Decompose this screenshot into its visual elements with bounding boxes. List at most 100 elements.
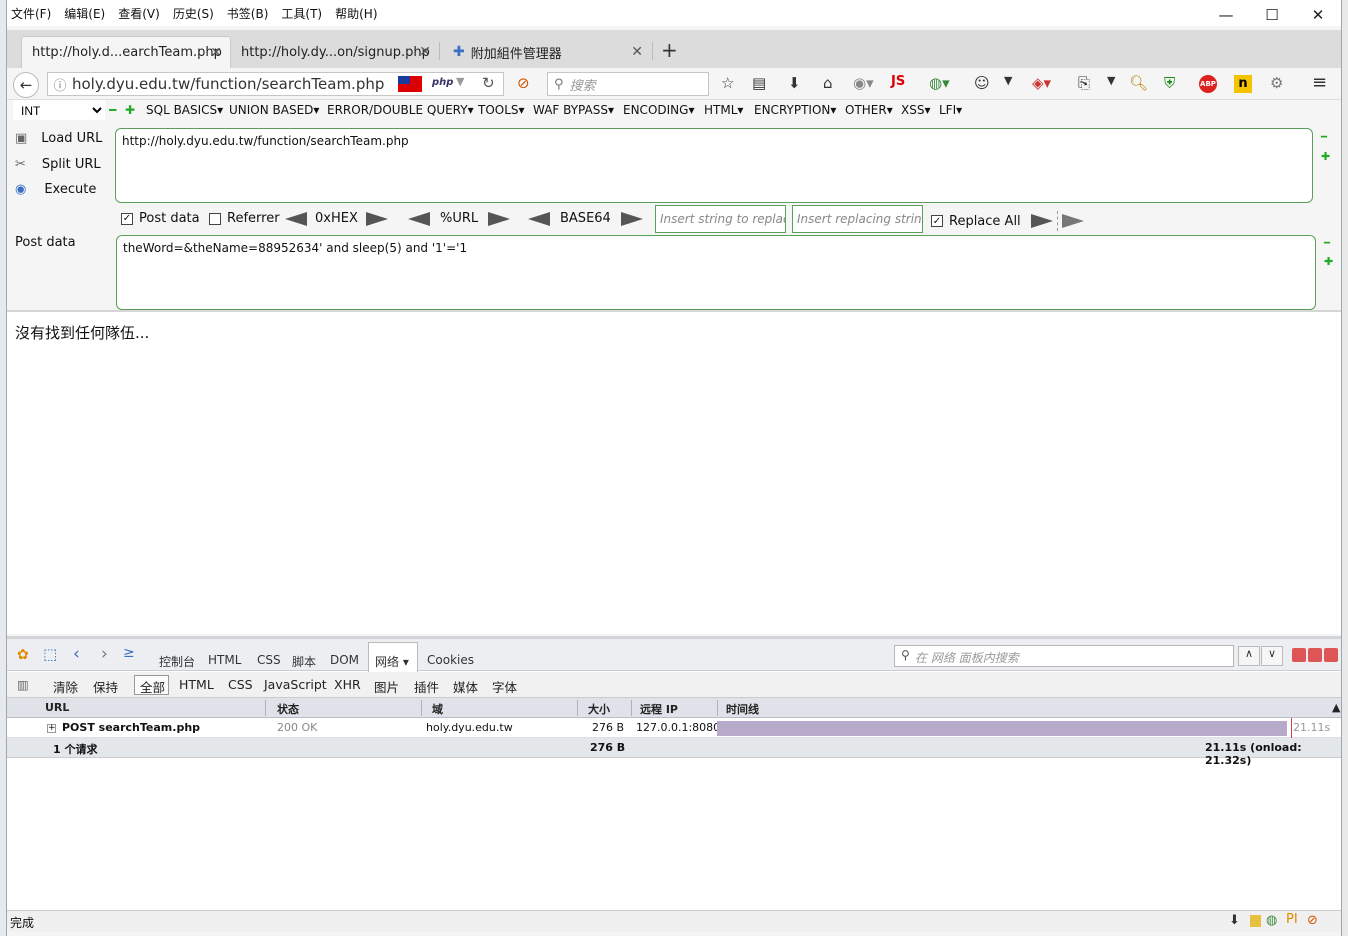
menu-tools[interactable]: TOOLS▾ [478, 103, 525, 117]
column-divider[interactable] [631, 700, 632, 716]
gear-icon[interactable]: ⚙ [1270, 74, 1283, 92]
filter-all[interactable]: 全部 [140, 677, 165, 696]
hex-encode-arrow-icon[interactable] [365, 211, 388, 226]
info-icon[interactable]: ⓘ [48, 75, 72, 94]
tab-searchteam[interactable]: http://holy.d...earchTeam.php ✕ [21, 36, 231, 68]
menu-tools[interactable]: 工具(T) [281, 5, 322, 22]
close-tab-icon[interactable]: ✕ [210, 45, 222, 61]
menu-error-double-query[interactable]: ERROR/DOUBLE QUERY▾ [327, 103, 474, 117]
url-encode-arrow-icon[interactable] [488, 211, 511, 226]
noscript-status-icon[interactable]: ⊘ [1307, 913, 1318, 928]
tab-dom[interactable]: DOM [330, 653, 359, 667]
back-button[interactable]: ← [13, 72, 39, 98]
menu-html[interactable]: HTML▾ [704, 103, 743, 117]
dropdown-icon[interactable]: ▼ [1107, 74, 1115, 87]
tab-addons[interactable]: ✚ 附加組件管理器 ✕ [443, 36, 651, 68]
menu-view[interactable]: 查看(V) [118, 5, 160, 22]
dropdown-icon[interactable]: ▼ [1004, 74, 1012, 87]
minimize-panel-icon[interactable] [1292, 648, 1306, 662]
firebug-bug-icon[interactable]: ✿ [17, 647, 29, 663]
hex-decode-arrow-icon[interactable] [285, 211, 307, 226]
split-url-button[interactable]: ✂ Split URL [15, 157, 101, 172]
column-url[interactable]: URL [45, 701, 69, 714]
filter-plugins[interactable]: 插件 [414, 677, 439, 696]
tab-html[interactable]: HTML [208, 653, 241, 667]
close-window-icon[interactable]: ✕ [1295, 0, 1341, 30]
column-remote-ip[interactable]: 远程 IP [640, 701, 678, 717]
inspect-icon[interactable]: ⬚ [43, 645, 57, 663]
checkbox-checked[interactable]: ✓ [931, 215, 943, 227]
network-search-input[interactable]: ⚲ 在 网络 面板内搜索 [894, 645, 1234, 667]
addon-status-icon[interactable] [1250, 915, 1261, 927]
tab-script[interactable]: 脚本 [292, 653, 316, 670]
download-status-icon[interactable]: ⬇ [1229, 913, 1240, 928]
grow-url-icon[interactable]: ✚ [1321, 150, 1330, 163]
hamburger-menu-icon[interactable]: ≡ [1312, 72, 1327, 93]
column-status[interactable]: 状态 [277, 701, 299, 717]
column-timeline[interactable]: 时间线 [726, 701, 759, 717]
reload-icon[interactable]: ↻ [482, 74, 495, 92]
menu-encoding[interactable]: ENCODING▾ [623, 103, 694, 117]
hackbar-icon[interactable]: ◈▾ [1032, 74, 1051, 92]
referrer-checkbox[interactable]: Referrer [209, 211, 280, 226]
tab-cookies[interactable]: Cookies [427, 653, 474, 667]
table-row[interactable]: + POST searchTeam.php 200 OK holy.dyu.ed… [7, 718, 1341, 738]
chevron-down-icon[interactable]: ∨ [1261, 646, 1283, 666]
xhr-persist-icon[interactable]: ▥ [17, 677, 29, 692]
grow-post-icon[interactable]: ✚ [1324, 255, 1333, 268]
command-line-icon[interactable]: ≥ [123, 645, 135, 661]
addon-globe-icon[interactable]: ◉▾ [853, 74, 874, 92]
forward-arrow-icon[interactable]: › [101, 644, 108, 664]
persist-button[interactable]: 保持 [93, 677, 118, 696]
cookie-icon[interactable]: ☺ [974, 74, 990, 92]
clear-button[interactable]: 清除 [53, 677, 78, 696]
menu-file[interactable]: 文件(F) [11, 5, 51, 22]
base64-decode-arrow-icon[interactable] [528, 211, 550, 226]
share-icon[interactable]: ⎘ [1078, 74, 1090, 92]
magnifier-icon[interactable]: 🔍︎ [1129, 74, 1148, 92]
close-tab-icon[interactable]: ✕ [631, 44, 643, 60]
addon-earth-icon[interactable]: ◍▾ [929, 74, 950, 92]
filter-media[interactable]: 媒体 [453, 677, 478, 696]
new-tab-icon[interactable]: + [661, 38, 678, 62]
menu-union-based[interactable]: UNION BASED▾ [229, 103, 319, 117]
tab-signup[interactable]: http://holy.dy...on/signup.php ✕ [231, 36, 439, 68]
shield-icon[interactable]: ⛨ [1164, 74, 1175, 92]
dropdown-icon[interactable]: ▼ [456, 75, 464, 88]
shrink-url-icon[interactable]: ━ [1321, 132, 1327, 143]
js-toggle-icon[interactable]: JS [891, 74, 905, 89]
menu-sql-basics[interactable]: SQL BASICS▾ [146, 103, 223, 117]
base64-encode-arrow-icon[interactable] [620, 211, 643, 226]
menu-help[interactable]: 帮助(H) [335, 5, 377, 22]
filter-javascript[interactable]: JavaScript [264, 677, 327, 692]
chevron-up-icon[interactable]: ∧ [1238, 646, 1260, 666]
back-arrow-icon[interactable]: ‹ [73, 644, 80, 664]
load-url-button[interactable]: ▣ Load URL [15, 131, 102, 146]
detach-panel-icon[interactable] [1308, 648, 1322, 662]
close-panel-icon[interactable] [1324, 648, 1338, 662]
post-data-checkbox[interactable]: ✓ Post data [121, 211, 200, 226]
replace-string-input[interactable]: Insert string to replace [655, 205, 786, 233]
download-icon[interactable]: ⬇ [788, 74, 801, 92]
column-divider[interactable] [717, 700, 718, 716]
url-decode-arrow-icon[interactable] [408, 211, 430, 226]
checkbox-checked[interactable]: ✓ [121, 212, 133, 225]
sort-up-icon[interactable]: ▲ [1332, 701, 1340, 714]
menu-waf-bypass[interactable]: WAF BYPASS▾ [533, 103, 614, 117]
menu-other[interactable]: OTHER▾ [845, 103, 893, 117]
expand-icon[interactable]: + [47, 724, 56, 733]
minimize-icon[interactable]: — [1203, 0, 1249, 30]
replacing-string-input[interactable]: Insert replacing string [792, 205, 923, 233]
close-tab-icon[interactable]: ✕ [419, 44, 431, 60]
menu-lfi[interactable]: LFI▾ [939, 103, 962, 117]
injection-type-select[interactable]: INT [13, 100, 105, 120]
url-bar[interactable]: ⓘ holy.dyu.edu.tw/function/searchTeam.ph… [47, 72, 504, 96]
replace-arrow-icon[interactable] [1030, 214, 1053, 228]
php-badge[interactable]: php [432, 77, 453, 88]
menu-history[interactable]: 历史(S) [173, 5, 214, 22]
menu-encryption[interactable]: ENCRYPTION▾ [754, 103, 836, 117]
filter-images[interactable]: 图片 [374, 677, 399, 696]
replace-reverse-arrow-icon[interactable] [1061, 214, 1084, 228]
home-icon[interactable]: ⌂ [823, 74, 833, 92]
pr-status-icon[interactable]: PI [1286, 912, 1298, 927]
